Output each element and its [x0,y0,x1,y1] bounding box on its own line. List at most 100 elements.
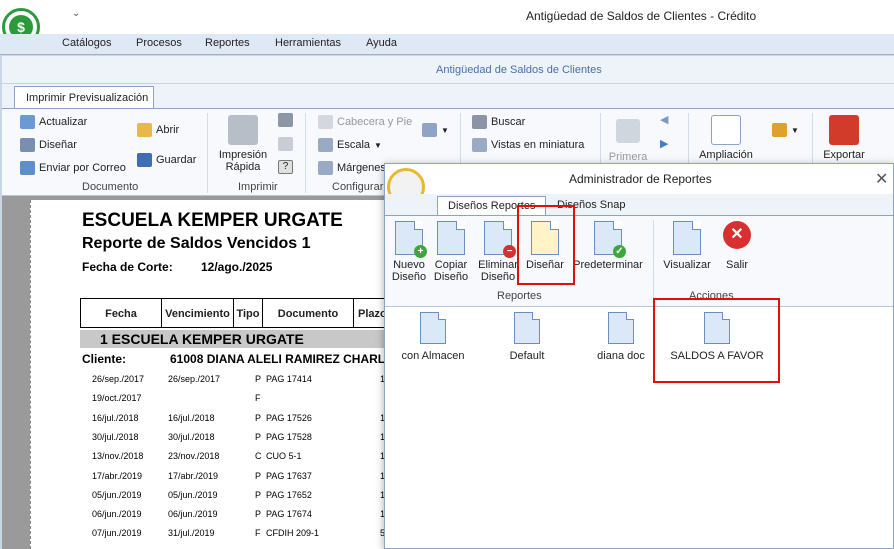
printer-icon [228,115,258,145]
report-company: ESCUELA KEMPER URGATE [82,210,343,231]
buscar-button[interactable]: Buscar [472,115,525,129]
report-cell-fecha: 05/jun./2019 [92,489,142,500]
binoculars-icon [472,115,487,129]
abrir-button[interactable]: Abrir [137,123,179,137]
cabecera-pie-button: Cabecera y Pie [318,115,412,129]
enviar-correo-button[interactable]: Enviar por Correo [20,161,126,175]
file-item[interactable]: diana doc [589,312,653,362]
report-cell-fecha: 17/abr./2019 [92,470,143,481]
orientation-icon[interactable]: ▼ [422,123,449,137]
thumbnails-icon [472,138,487,152]
delete-document-icon: − [484,221,516,258]
highlight-box-saldos-a-favor [653,298,780,383]
window-title: Antigüedad de Saldos de Clientes - Crédi… [526,9,757,23]
group-label-documento: Documento [82,181,139,193]
quick-access-dropdown-icon[interactable]: ⌄ [72,8,80,19]
next-page-icon[interactable]: ▶ [660,137,668,150]
prev-page-icon[interactable]: ◀ [660,113,668,126]
guardar-button[interactable]: Guardar [137,153,196,167]
report-cell-tipo: P [255,374,262,384]
report-cell-doc: PAG 17637 [266,470,312,481]
col-header-documento: Documento [262,298,354,328]
report-cell-tipo: P [255,470,262,481]
child-window-titlebar: Antigüedad de Saldos de Clientes [2,56,894,84]
cut-label: Fecha de Corte: [82,260,173,274]
save-icon [137,153,152,167]
report-cell-venc: 16/jul./2018 [168,412,215,423]
report-cell-fecha: 06/jun./2019 [92,509,142,520]
report-cell-fecha: 30/jul./2018 [92,431,139,442]
document-icon [420,312,446,344]
first-page-icon [616,119,640,143]
menu-ayuda[interactable]: Ayuda [366,37,397,49]
help-icon[interactable]: ? [278,160,293,174]
report-cell-doc: PAG 17526 [266,412,312,423]
eliminar-diseno-button[interactable]: − Eliminar Diseño [477,221,519,283]
report-cell-tipo: C [255,451,262,462]
menu-reportes[interactable]: Reportes [205,37,250,49]
group-divider [653,220,654,304]
default-document-icon: ✓ [594,221,626,258]
copy-document-icon [437,221,465,255]
margenes-button[interactable]: Márgenes [318,161,386,175]
report-cell-fecha: 07/jun./2019 [92,528,142,539]
new-document-icon: + [395,221,427,258]
col-header-fecha: Fecha [80,298,162,328]
email-icon [20,161,35,175]
escala-button[interactable]: Escala ▼ [318,138,382,152]
report-cell-venc: 23/nov./2018 [168,451,220,462]
actualizar-button[interactable]: Actualizar [20,115,87,129]
report-cell-fecha: 26/sep./2017 [92,374,145,384]
document-icon [608,312,634,344]
child-window-title: Antigüedad de Saldos de Clientes [436,64,602,76]
refresh-icon [20,115,35,129]
predeterminar-button[interactable]: ✓ Predeterminar [573,221,643,271]
report-cell-tipo: P [255,412,262,423]
copiar-diseno-button[interactable]: Copiar Diseño [433,221,469,283]
close-icon[interactable]: ✕ [875,169,888,189]
report-cell-doc: PAG 17528 [266,431,312,442]
group-header: 1 ESCUELA KEMPER URGATE [80,330,385,348]
highlight-box-disenar [517,205,575,285]
menu-catalogos[interactable]: Catálogos [62,37,112,49]
color-fill-icon[interactable]: ▼ [772,123,799,137]
report-cell-doc: PAG 17414 [266,374,312,384]
salir-button[interactable]: ✕ Salir [719,221,755,271]
disenar-button[interactable]: Diseñar [20,138,77,152]
report-cell-venc: 31/jul./2019 [168,528,215,539]
design-icon [20,138,35,152]
folder-icon [137,123,152,137]
preview-document-icon [673,221,701,255]
exit-icon: ✕ [723,221,751,249]
file-item[interactable]: con Almacen [401,312,465,362]
report-cell-venc: 30/jul./2018 [168,431,215,442]
group-label-configurar: Configurar [332,181,384,193]
report-cell-fecha: 13/nov./2018 [92,451,144,462]
report-cell-fecha: 19/oct./2017 [92,393,142,404]
group-label-imprimir: Imprimir [238,181,278,193]
col-header-tipo: Tipo [233,298,263,328]
report-cell-fecha: 16/jul./2018 [92,412,139,423]
ampliacion-button[interactable]: Ampliación [694,115,758,161]
report-cell-tipo: F [255,528,261,539]
primera-button: Primera [608,119,648,163]
tab-imprimir-previsualizacion[interactable]: Imprimir Previsualización [14,86,154,109]
exportar-button[interactable]: Exportar [816,115,872,161]
pdf-icon [829,115,859,145]
dialog-tab-strip: Diseños Reportes Diseños Snap [385,194,893,215]
col-header-vencimiento: Vencimiento [161,298,234,328]
print-options-icon[interactable] [278,113,293,127]
document-icon [514,312,540,344]
file-item[interactable]: Default [495,312,559,362]
visualizar-button[interactable]: Visualizar [663,221,711,271]
cut-date: 12/ago./2025 [201,260,273,274]
menu-procesos[interactable]: Procesos [136,37,182,49]
impresion-rapida-button[interactable]: Impresión Rápida [217,115,269,173]
menu-herramientas[interactable]: Herramientas [275,37,341,49]
title-bar [0,0,894,34]
nuevo-diseno-button[interactable]: + Nuevo Diseño [391,221,427,283]
report-subtitle: Reporte de Saldos Vencidos 1 [82,235,311,252]
group-divider [207,113,208,193]
vistas-miniatura-button[interactable]: Vistas en miniatura [472,138,584,152]
client-label: Cliente: [82,352,127,366]
